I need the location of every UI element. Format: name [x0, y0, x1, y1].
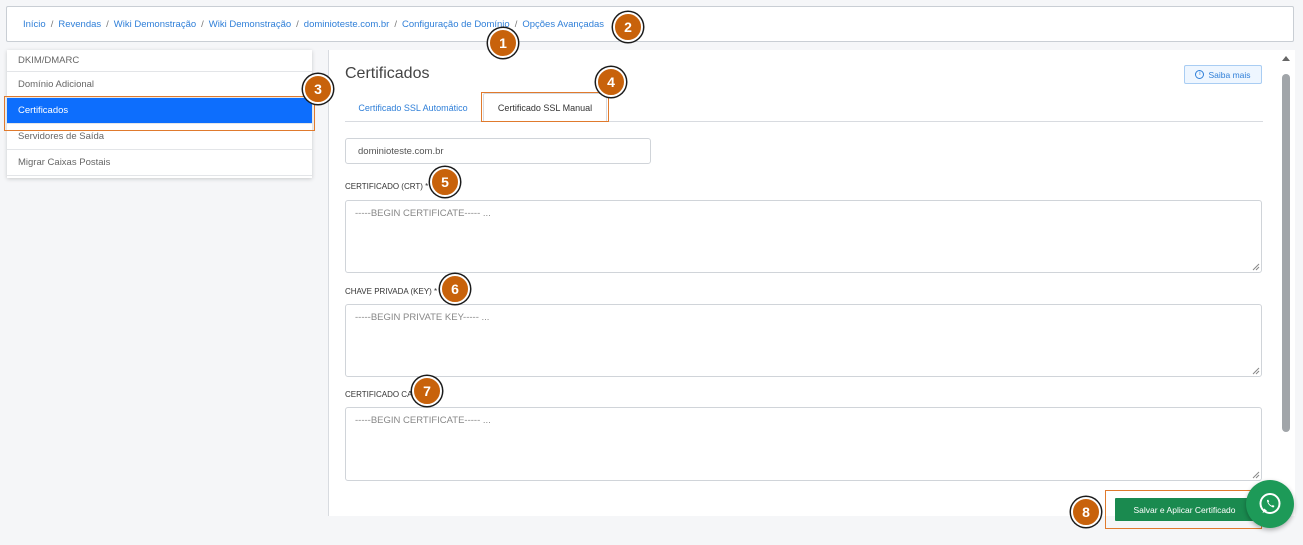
whatsapp-icon — [1259, 493, 1281, 514]
step-badge-3: 3 — [303, 74, 333, 104]
breadcrumb-link-config[interactable]: Configuração de Domínio — [402, 19, 510, 30]
step-badge-7: 7 — [412, 376, 442, 406]
sidebar-item-dominio-adicional[interactable]: Domínio Adicional — [7, 72, 312, 98]
key-label: CHAVE PRIVADA (KEY) * — [345, 287, 438, 296]
breadcrumb-separator: / — [201, 18, 204, 30]
highlight-box-tab-manual — [481, 92, 609, 122]
ca-label: CERTIFICADO CA — [345, 390, 413, 399]
breadcrumb-link-wiki-1[interactable]: Wiki Demonstração — [114, 19, 196, 30]
step-badge-5: 5 — [430, 167, 460, 197]
breadcrumb-separator: / — [394, 18, 397, 30]
resize-handle-icon[interactable] — [1252, 471, 1260, 479]
scroll-thumb[interactable] — [1282, 74, 1290, 432]
ca-placeholder: -----BEGIN CERTIFICATE----- ... — [355, 415, 491, 426]
breadcrumb-separator: / — [296, 18, 299, 30]
breadcrumb-link-inicio[interactable]: Início — [23, 19, 46, 30]
tab-ssl-automatico[interactable]: Certificado SSL Automático — [345, 93, 481, 122]
vertical-scrollbar[interactable] — [1279, 50, 1295, 516]
help-button[interactable]: i Saiba mais — [1184, 65, 1262, 84]
key-textarea[interactable]: -----BEGIN PRIVATE KEY----- ... — [345, 304, 1262, 377]
breadcrumb-separator: / — [106, 18, 109, 30]
page-title: Certificados — [345, 65, 430, 82]
breadcrumb-link-advanced[interactable]: Opções Avançadas — [522, 19, 604, 30]
breadcrumb: Início / Revendas / Wiki Demonstração / … — [6, 6, 1294, 42]
highlight-box-save-button — [1105, 490, 1262, 529]
scroll-up-arrow-icon[interactable] — [1282, 56, 1290, 61]
ca-textarea[interactable]: -----BEGIN CERTIFICATE----- ... — [345, 407, 1262, 481]
highlight-box-sidebar-certificados — [4, 96, 315, 131]
breadcrumb-separator: / — [50, 18, 54, 30]
resize-handle-icon[interactable] — [1252, 263, 1260, 271]
step-badge-2: 2 — [613, 12, 643, 42]
breadcrumb-separator: / — [514, 18, 518, 30]
help-button-label: Saiba mais — [1208, 69, 1251, 80]
crt-label: CERTIFICADO (CRT) * — [345, 182, 429, 191]
crt-textarea[interactable]: -----BEGIN CERTIFICATE----- ... — [345, 200, 1262, 273]
step-badge-4: 4 — [596, 67, 626, 97]
whatsapp-chat-button[interactable] — [1246, 480, 1294, 528]
sidebar-item-migrar-caixas[interactable]: Migrar Caixas Postais — [7, 150, 312, 176]
info-icon: i — [1195, 70, 1205, 79]
key-placeholder: -----BEGIN PRIVATE KEY----- ... — [355, 312, 490, 323]
step-badge-6: 6 — [440, 274, 470, 304]
main-panel: Certificados i Saiba mais Certificado SS… — [329, 50, 1279, 516]
sidebar-item-dkim[interactable]: DKIM/DMARC — [7, 50, 312, 72]
crt-placeholder: -----BEGIN CERTIFICATE----- ... — [355, 208, 491, 219]
resize-handle-icon[interactable] — [1252, 367, 1260, 375]
breadcrumb-link-revendas[interactable]: Revendas — [58, 19, 101, 30]
domain-select[interactable]: dominioteste.com.br — [345, 138, 651, 164]
breadcrumb-link-domain[interactable]: dominioteste.com.br — [304, 19, 390, 30]
breadcrumb-link-wiki-2[interactable]: Wiki Demonstração — [209, 19, 291, 30]
step-badge-1: 1 — [488, 28, 518, 58]
step-badge-8: 8 — [1071, 497, 1101, 527]
